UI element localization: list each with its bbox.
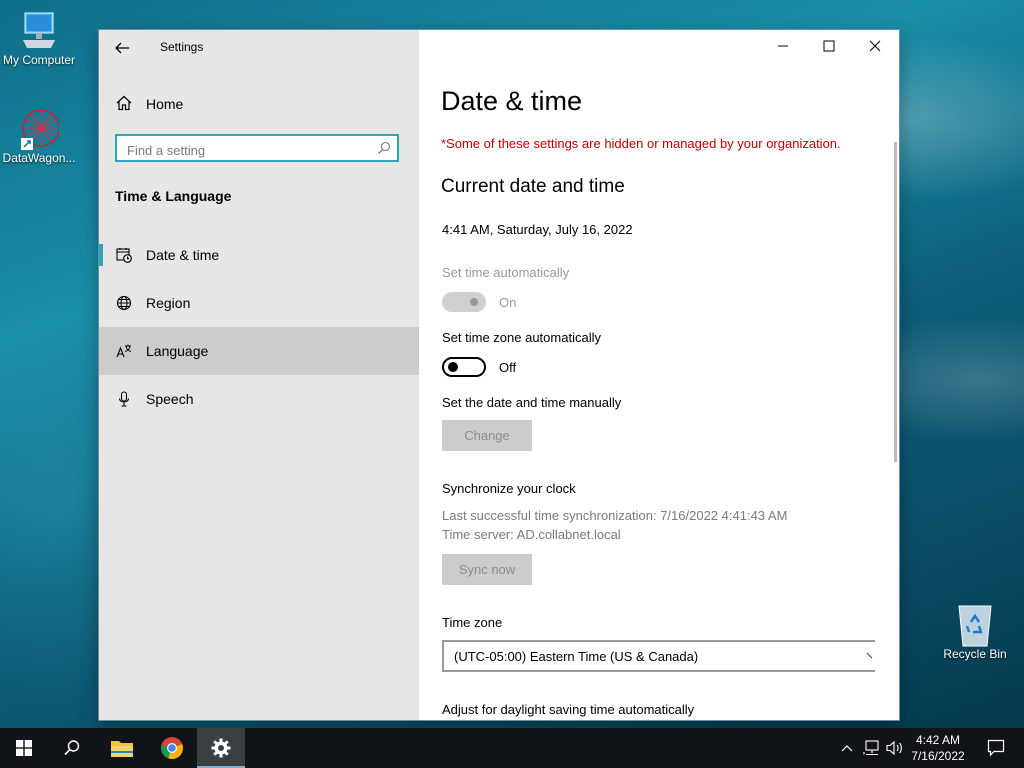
search-icon bbox=[378, 141, 391, 154]
language-icon bbox=[116, 344, 132, 358]
datawagon-icon bbox=[19, 108, 60, 150]
page-title: Date & time bbox=[441, 86, 583, 116]
sidebar-item-region[interactable]: Region bbox=[99, 279, 419, 327]
network-icon bbox=[863, 740, 879, 756]
set-time-auto-label: Set time automatically bbox=[442, 265, 570, 280]
set-time-auto-toggle[interactable] bbox=[442, 292, 486, 312]
sync-heading: Synchronize your clock bbox=[442, 481, 576, 496]
sync-now-button[interactable]: Sync now bbox=[442, 554, 532, 585]
current-date-time-value: 4:41 AM, Saturday, July 16, 2022 bbox=[442, 222, 633, 237]
tray-network[interactable] bbox=[860, 728, 884, 768]
sidebar-item-label: Language bbox=[146, 343, 209, 359]
chrome-icon bbox=[161, 737, 184, 760]
sidebar-item-label: Region bbox=[146, 295, 191, 311]
time-server-text: Time server: AD.collabnet.local bbox=[442, 527, 621, 542]
time-zone-dropdown[interactable]: (UTC-05:00) Eastern Time (US & Canada) bbox=[442, 640, 875, 672]
taskbar-settings[interactable] bbox=[197, 728, 245, 768]
set-tz-auto-state: Off bbox=[499, 360, 517, 375]
tray-chevron-up[interactable] bbox=[836, 728, 858, 768]
desktop-icon-label: Recycle Bin bbox=[943, 647, 1007, 661]
taskbar-clock[interactable]: 4:42 AM 7/16/2022 bbox=[906, 732, 970, 764]
sidebar-item-label: Speech bbox=[146, 391, 194, 407]
set-time-auto-state: On bbox=[499, 295, 517, 310]
globe-icon bbox=[116, 295, 132, 311]
close-button[interactable] bbox=[853, 30, 899, 62]
chevron-down-icon bbox=[866, 652, 873, 659]
window-title: Settings bbox=[160, 40, 204, 54]
change-button[interactable]: Change bbox=[442, 420, 532, 451]
toggle-knob bbox=[470, 298, 478, 306]
clock-time: 4:42 AM bbox=[915, 733, 961, 747]
set-tz-auto-toggle[interactable] bbox=[442, 357, 486, 377]
calendar-clock-icon bbox=[116, 248, 132, 263]
scrollbar[interactable] bbox=[894, 142, 897, 462]
section-title: Time & Language bbox=[115, 188, 232, 204]
recycle-bin-icon bbox=[955, 604, 995, 647]
time-zone-label: Time zone bbox=[442, 615, 503, 630]
time-zone-value: (UTC-05:00) Eastern Time (US & Canada) bbox=[454, 649, 699, 664]
maximize-button[interactable] bbox=[807, 30, 853, 62]
search-box[interactable] bbox=[115, 134, 399, 162]
folder-icon bbox=[111, 741, 133, 757]
current-date-time-heading: Current date and time bbox=[441, 176, 625, 197]
org-notice: *Some of these settings are hidden or ma… bbox=[441, 136, 841, 151]
windows-logo-icon bbox=[16, 740, 32, 756]
settings-window: Settings Home Time & Language Date & bbox=[99, 30, 899, 720]
desktop-icon-datawagon[interactable]: DataWagon... bbox=[0, 108, 81, 165]
content-pane: Date & time *Some of these settings are … bbox=[419, 30, 899, 720]
dst-label: Adjust for daylight saving time automati… bbox=[442, 702, 695, 717]
gear-icon bbox=[211, 738, 231, 758]
taskbar-file-explorer[interactable] bbox=[98, 728, 146, 768]
clock-date: 7/16/2022 bbox=[911, 749, 965, 763]
desktop-icon-my-computer[interactable]: My Computer bbox=[0, 10, 81, 67]
manual-date-time-label: Set the date and time manually bbox=[442, 395, 622, 410]
toggle-knob bbox=[448, 362, 458, 372]
chevron-up-icon bbox=[841, 745, 853, 752]
search-input[interactable] bbox=[125, 140, 369, 160]
minimize-icon bbox=[778, 45, 788, 47]
search-icon bbox=[64, 740, 80, 756]
maximize-icon bbox=[823, 40, 835, 52]
sidebar: Settings Home Time & Language Date & bbox=[99, 30, 419, 720]
notifications-button[interactable] bbox=[976, 728, 1016, 768]
computer-icon bbox=[19, 10, 59, 50]
desktop-icon-recycle-bin[interactable]: Recycle Bin bbox=[933, 604, 1017, 661]
home-icon bbox=[116, 95, 132, 111]
tray-volume[interactable] bbox=[884, 728, 906, 768]
desktop-icon-label: My Computer bbox=[2, 53, 76, 67]
notification-icon bbox=[987, 739, 1005, 757]
start-button[interactable] bbox=[0, 728, 48, 768]
back-button[interactable] bbox=[113, 38, 133, 58]
microphone-icon bbox=[118, 391, 130, 407]
taskbar: 4:42 AM 7/16/2022 bbox=[0, 728, 1024, 768]
nav-home-label: Home bbox=[146, 96, 184, 112]
sidebar-item-speech[interactable]: Speech bbox=[99, 375, 419, 423]
last-sync-text: Last successful time synchronization: 7/… bbox=[442, 508, 788, 523]
selection-indicator bbox=[99, 244, 103, 266]
sidebar-item-date-time[interactable]: Date & time bbox=[99, 231, 419, 279]
close-icon bbox=[869, 40, 881, 52]
minimize-button[interactable] bbox=[761, 30, 807, 62]
back-arrow-icon bbox=[115, 42, 129, 54]
taskbar-search-button[interactable] bbox=[48, 728, 96, 768]
nav-home[interactable]: Home bbox=[99, 86, 419, 120]
sidebar-item-label: Date & time bbox=[146, 247, 220, 263]
volume-icon bbox=[886, 740, 902, 756]
taskbar-chrome[interactable] bbox=[148, 728, 196, 768]
sidebar-item-language[interactable]: Language bbox=[99, 327, 419, 375]
set-tz-auto-label: Set time zone automatically bbox=[442, 330, 601, 345]
desktop-icon-label: DataWagon... bbox=[2, 151, 76, 165]
